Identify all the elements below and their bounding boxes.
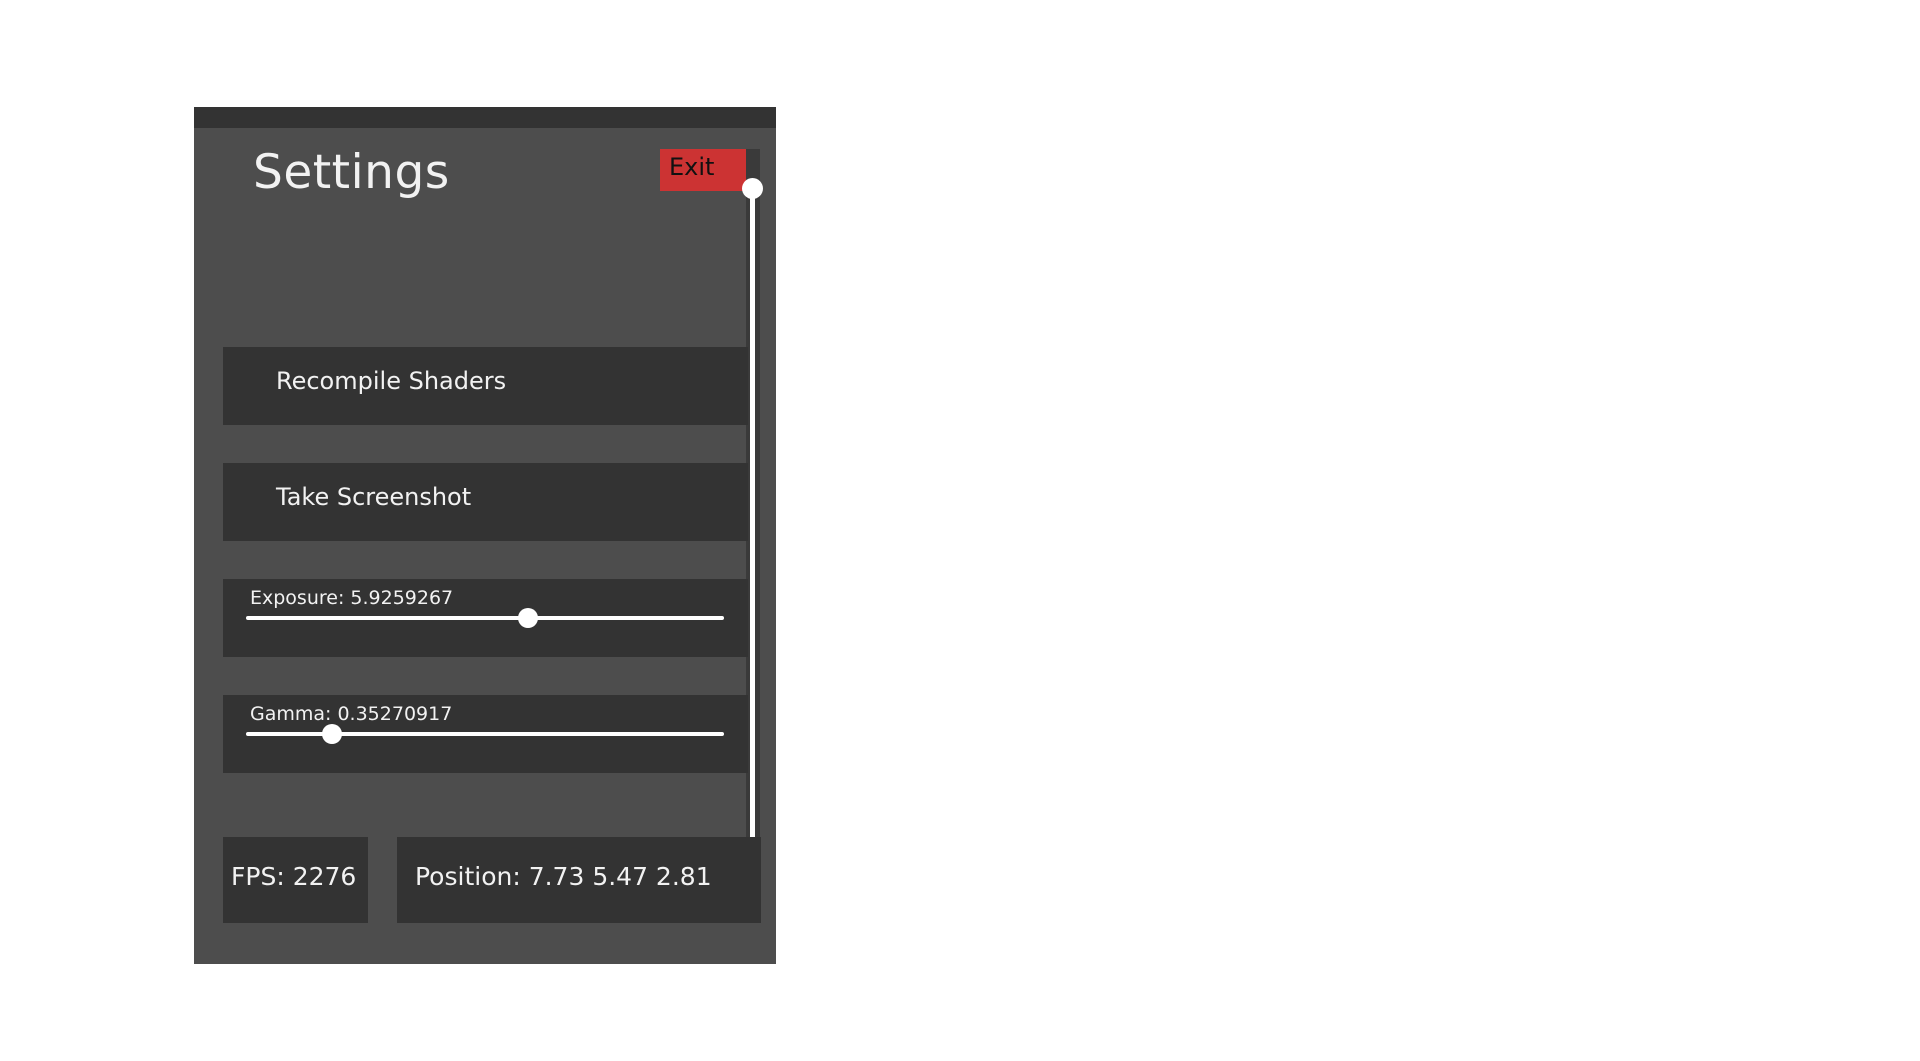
scrollbar-line: [750, 187, 755, 889]
fps-readout: FPS: 2276: [231, 862, 357, 891]
recompile-shaders-label: Recompile Shaders: [276, 367, 507, 395]
exposure-slider-thumb[interactable]: [518, 608, 539, 628]
fps-box: FPS: 2276: [223, 837, 368, 923]
recompile-shaders-button[interactable]: Recompile Shaders: [223, 347, 748, 425]
take-screenshot-button[interactable]: Take Screenshot: [223, 463, 748, 541]
position-readout: Position: 7.73 5.47 2.81: [415, 862, 712, 891]
exposure-slider-track[interactable]: [246, 616, 724, 620]
page-title: Settings: [253, 145, 450, 200]
take-screenshot-label: Take Screenshot: [276, 483, 472, 511]
exposure-slider-row: Exposure: 5.9259267: [223, 579, 748, 657]
panel-title-bar: [194, 107, 776, 128]
gamma-label: Gamma: 0.35270917: [250, 703, 453, 725]
exit-button[interactable]: Exit: [660, 149, 746, 191]
scrollbar-handle[interactable]: [742, 178, 763, 199]
gamma-slider-thumb[interactable]: [322, 724, 343, 744]
position-box: Position: 7.73 5.47 2.81: [397, 837, 761, 923]
settings-panel: Settings Exit Recompile Shaders Take Scr…: [194, 107, 776, 964]
gamma-slider-row: Gamma: 0.35270917: [223, 695, 748, 773]
gamma-slider-track[interactable]: [246, 732, 724, 736]
exposure-label: Exposure: 5.9259267: [250, 587, 454, 609]
